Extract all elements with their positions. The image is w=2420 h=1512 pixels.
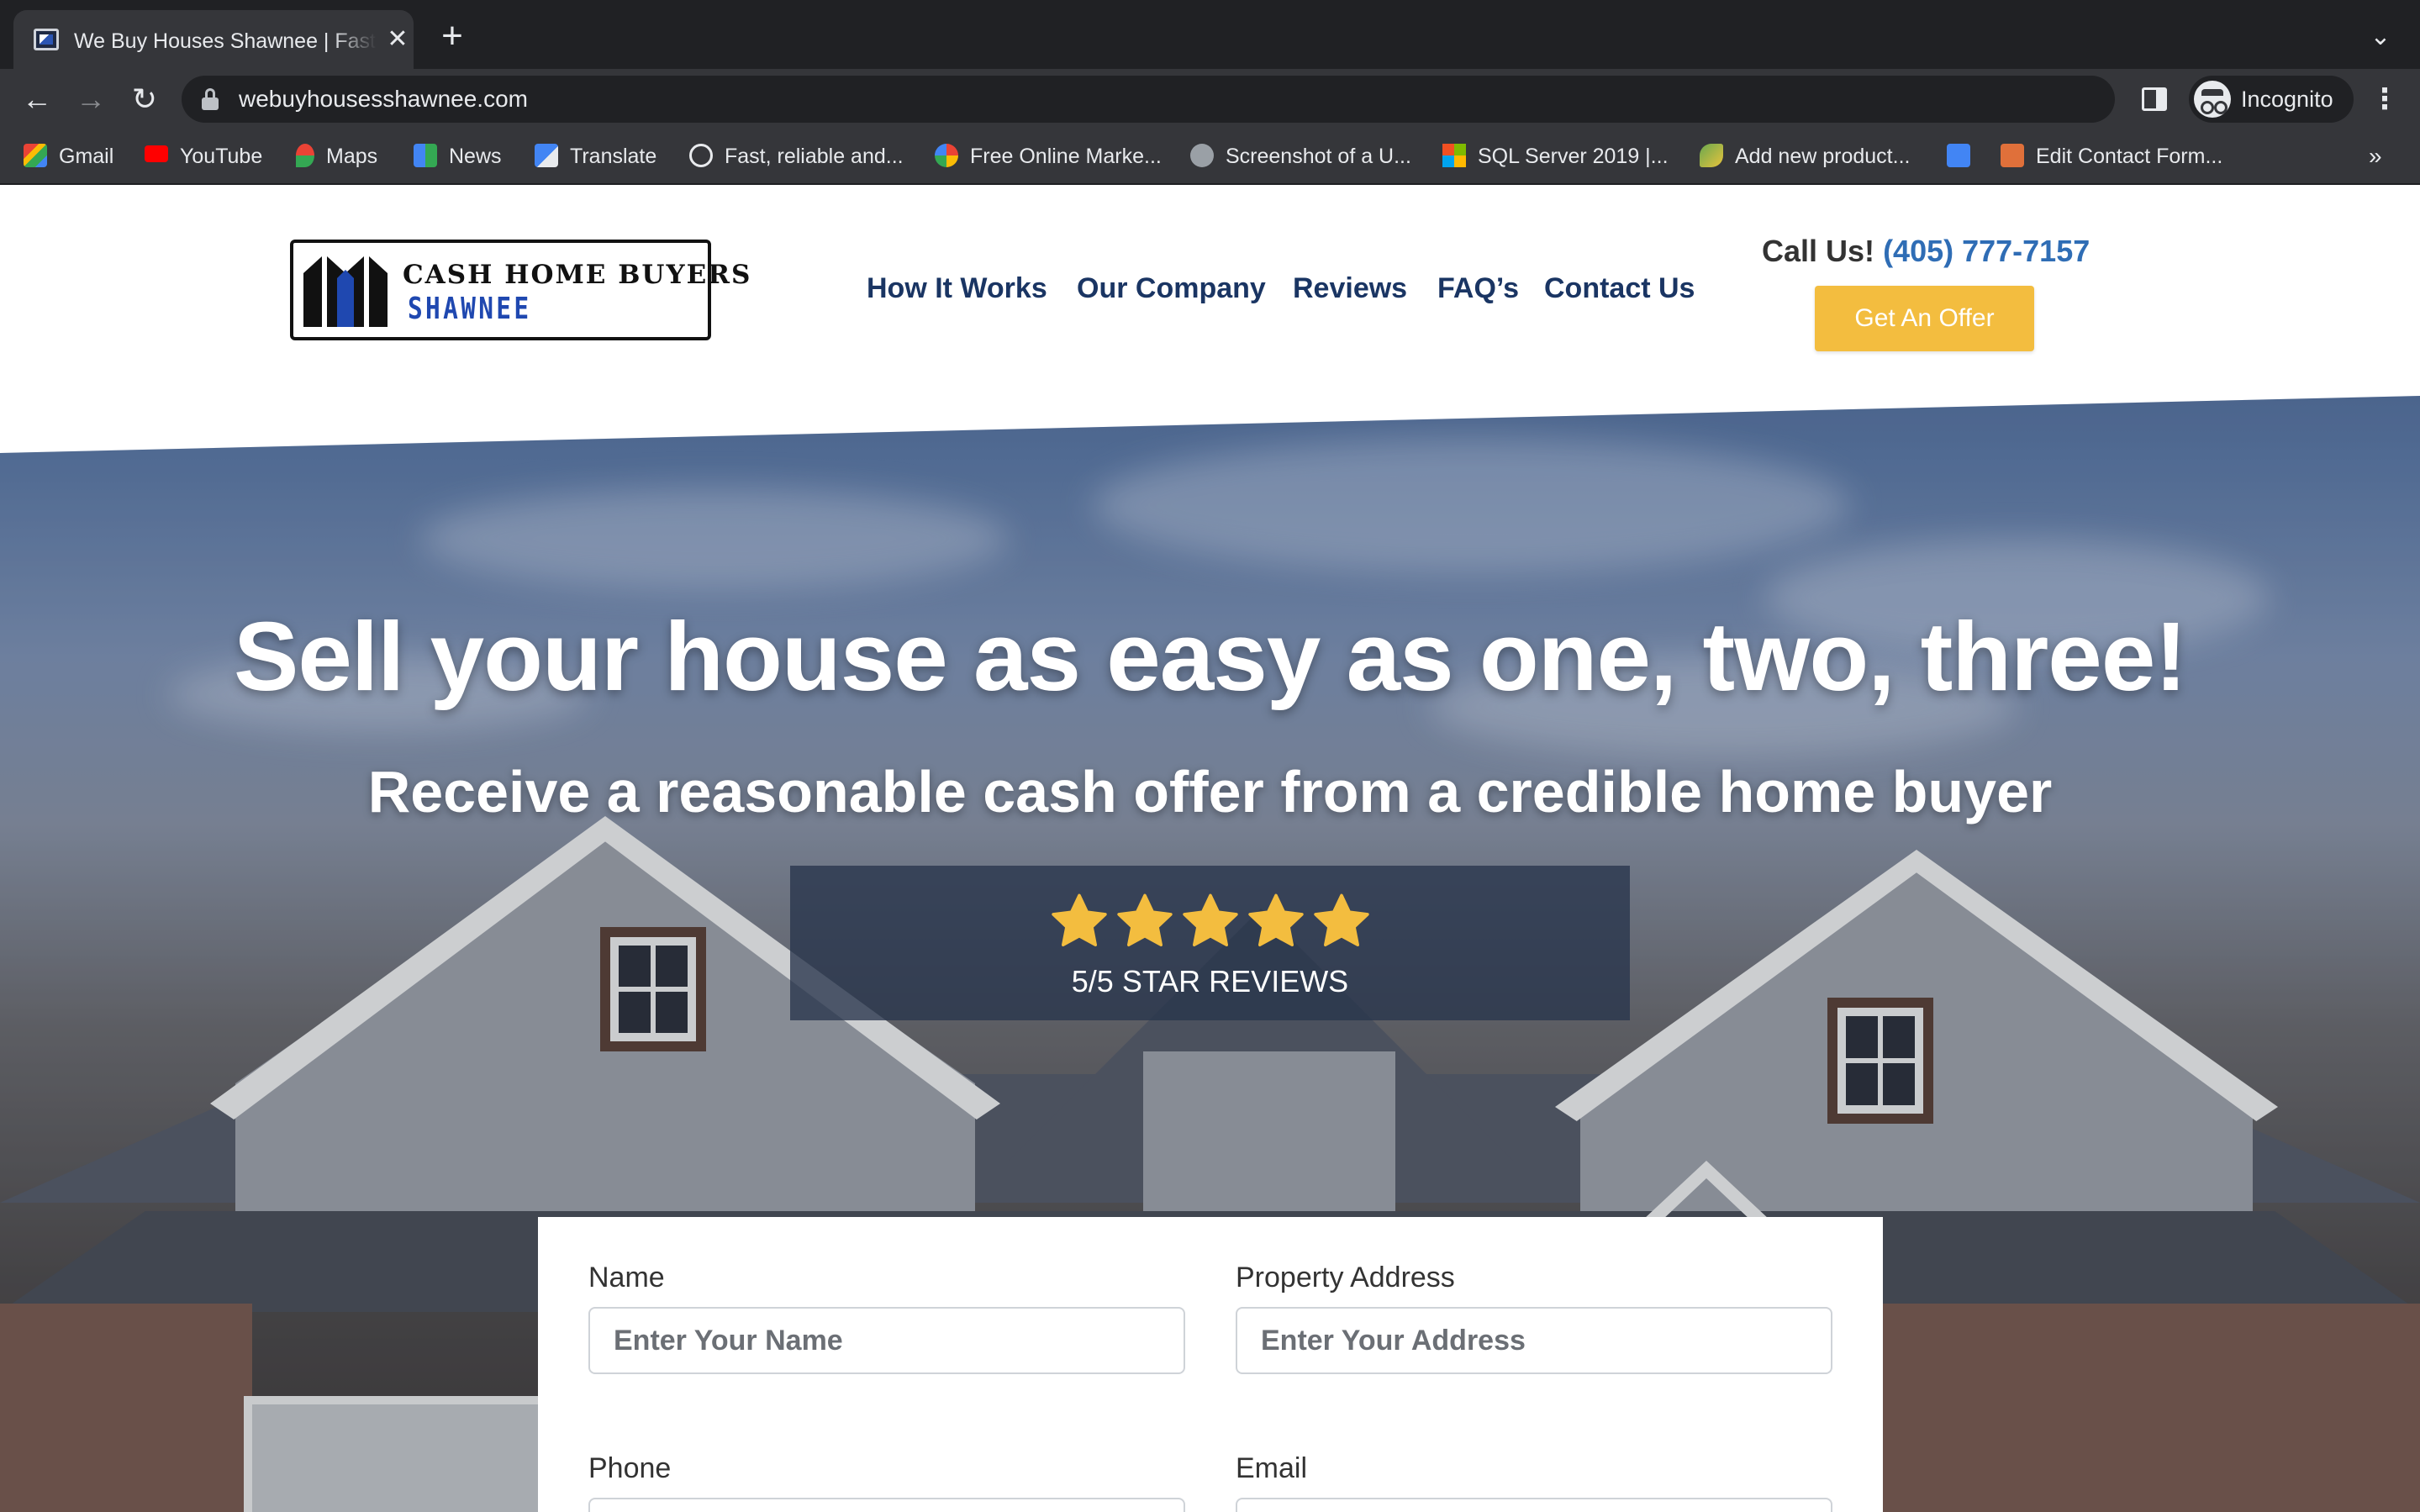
microsoft-icon (1442, 144, 1466, 168)
maps-icon (296, 144, 314, 168)
news-icon (414, 144, 437, 168)
logo-text-secondary: SHAWNEE (408, 292, 532, 326)
nav-contact-us[interactable]: Contact Us (1544, 270, 1695, 307)
bird-icon (1700, 144, 1723, 168)
bookmark-gmail[interactable]: Gmail (24, 141, 113, 171)
call-us-label: Call Us! (1762, 234, 1875, 268)
address-bar[interactable]: webuyhousesshawnee.com ☆ (182, 76, 2272, 123)
address-label: Property Address (1236, 1262, 1455, 1293)
house-logo-icon (303, 256, 388, 327)
star-icon (1116, 893, 1173, 946)
browser-tab-active[interactable]: We Buy Houses Shawnee | Fast Cash ✕ (13, 10, 414, 69)
close-tab-icon[interactable]: ✕ (383, 25, 412, 54)
bookmark-fast-reliable[interactable]: Fast, reliable and... (689, 141, 904, 171)
rating-stars (790, 891, 1630, 955)
phone-input[interactable] (588, 1498, 1185, 1512)
name-input[interactable] (588, 1307, 1185, 1374)
bookmark-docs[interactable] (1947, 141, 1982, 171)
bookmark-maps[interactable]: Maps (296, 141, 377, 171)
gmail-icon (24, 144, 47, 168)
incognito-profile-button[interactable]: Incognito (2189, 76, 2354, 123)
nav-reviews[interactable]: Reviews (1293, 270, 1407, 307)
docs-icon (1947, 144, 1970, 168)
forward-arrow-icon[interactable]: → (72, 81, 109, 118)
back-arrow-icon[interactable]: ← (18, 81, 55, 118)
translate-icon (535, 144, 558, 168)
call-us: Call Us! (405) 777-7157 (1762, 233, 2090, 270)
reviews-badge: 5/5 STAR REVIEWS (790, 866, 1630, 1020)
web-page: CASH HOME BUYERS SHAWNEE How It Works Ou… (0, 186, 2420, 1512)
bookmark-news[interactable]: News (414, 141, 502, 171)
site-favicon-icon (34, 29, 59, 50)
bookmark-edit-contact-form[interactable]: Edit Contact Form... (2001, 141, 2222, 171)
browser-toolbar: ← → ↻ webuyhousesshawnee.com ☆ Incognito… (0, 69, 2420, 129)
browser-tabstrip: We Buy Houses Shawnee | Fast Cash ✕ + ⌄ (0, 0, 2420, 69)
star-icon (1313, 893, 1369, 946)
nav-faqs[interactable]: FAQ’s (1437, 270, 1519, 307)
name-label: Name (588, 1262, 665, 1293)
incognito-icon (2194, 81, 2231, 118)
hero-title: Sell your house as easy as one, two, thr… (234, 602, 2187, 711)
bookmarks-overflow-icon[interactable]: » (2369, 141, 2382, 171)
offer-form: Name Property Address Phone Email (538, 1217, 1883, 1512)
google-icon (935, 144, 958, 168)
incognito-label: Incognito (2241, 87, 2333, 112)
site-logo[interactable]: CASH HOME BUYERS SHAWNEE (290, 240, 750, 340)
nav-our-company[interactable]: Our Company (1077, 270, 1266, 307)
email-label: Email (1236, 1452, 1308, 1484)
tab-title: We Buy Houses Shawnee | Fast Cash (74, 29, 377, 53)
hero-subtitle: Receive a reasonable cash offer from a c… (367, 759, 2053, 824)
lock-icon[interactable] (202, 88, 219, 110)
bookmark-add-new-product[interactable]: Add new product... (1700, 141, 1910, 171)
youtube-icon (145, 145, 168, 163)
star-icon (1182, 893, 1238, 946)
site-icon (689, 144, 713, 168)
bookmark-screenshot[interactable]: Screenshot of a U... (1190, 141, 1411, 171)
globe-icon (1190, 144, 1214, 168)
tab-search-chevron-icon[interactable]: ⌄ (2364, 20, 2397, 54)
get-an-offer-button[interactable]: Get An Offer (1815, 286, 2034, 351)
reviews-label: 5/5 STAR REVIEWS (1071, 964, 1349, 998)
url-text[interactable]: webuyhousesshawnee.com (239, 84, 528, 114)
side-panel-icon[interactable] (2142, 87, 2167, 111)
logo-text-primary: CASH HOME BUYERS (403, 260, 752, 290)
phone-link[interactable]: (405) 777-7157 (1883, 234, 2090, 268)
nav-how-it-works[interactable]: How It Works (867, 270, 1047, 307)
reload-icon[interactable]: ↻ (126, 81, 163, 118)
star-icon (1051, 893, 1107, 946)
bookmark-free-online-marketing[interactable]: Free Online Marke... (935, 141, 1162, 171)
form-icon (2001, 144, 2024, 168)
browser-menu-icon[interactable]: ⋮ (2370, 81, 2399, 118)
email-input[interactable] (1236, 1498, 1832, 1512)
bookmark-sql-server[interactable]: SQL Server 2019 |... (1442, 141, 1669, 171)
address-input[interactable] (1236, 1307, 1832, 1374)
new-tab-plus-icon[interactable]: + (435, 18, 469, 55)
bookmark-translate[interactable]: Translate (535, 141, 656, 171)
star-icon (1247, 893, 1304, 946)
bookmark-youtube[interactable]: YouTube (145, 141, 262, 171)
phone-label: Phone (588, 1452, 672, 1484)
bookmarks-bar: Gmail YouTube Maps News Translate Fast, … (0, 129, 2420, 185)
